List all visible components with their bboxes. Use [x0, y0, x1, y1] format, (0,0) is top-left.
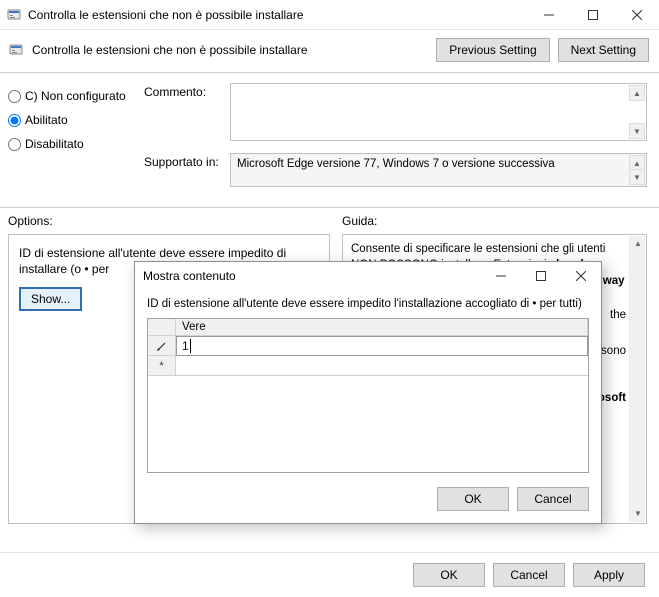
show-button[interactable]: Show...: [19, 287, 82, 311]
cancel-button[interactable]: Cancel: [493, 563, 565, 587]
window-title: Controlla le estensioni che non è possib…: [28, 8, 527, 22]
dialog-close-button[interactable]: [561, 262, 601, 290]
radio-not-configured-label: C) Non configurato: [25, 89, 126, 103]
app-icon: [6, 7, 22, 23]
dialog-maximize-button[interactable]: [521, 262, 561, 290]
radio-disabled-input[interactable]: [8, 138, 21, 151]
window-controls: [527, 0, 659, 30]
comment-label: Commento:: [144, 83, 222, 99]
next-setting-button[interactable]: Next Setting: [558, 38, 649, 62]
options-label: Options:: [8, 214, 330, 228]
supported-row: Supportato in: Microsoft Edge versione 7…: [144, 153, 647, 187]
window-titlebar: Controlla le estensioni che non è possib…: [0, 0, 659, 30]
header-title: Controlla le estensioni che non è possib…: [32, 43, 428, 57]
policy-icon: [8, 42, 24, 58]
apply-button[interactable]: Apply: [573, 563, 645, 587]
text-cursor: [190, 339, 191, 353]
grid-cell-empty[interactable]: [176, 356, 588, 376]
help-text-2a: the: [610, 309, 626, 321]
grid-header-marker: [148, 319, 176, 336]
close-button[interactable]: [615, 0, 659, 30]
radio-not-configured-input[interactable]: [8, 90, 21, 103]
dialog-ok-button[interactable]: OK: [437, 487, 509, 511]
scroll-down-icon[interactable]: ▼: [630, 506, 646, 522]
radio-disabled[interactable]: Disabilitato: [8, 137, 132, 151]
dialog-description: ID di estensione all'utente deve essere …: [147, 298, 589, 310]
show-contents-dialog: Mostra contenuto ID di estensione all'ut…: [134, 261, 602, 524]
help-scrollbar[interactable]: ▲ ▼: [629, 236, 645, 522]
scroll-up-icon[interactable]: ▲: [629, 85, 645, 101]
comment-row: Commento: ▲ ▼: [144, 83, 647, 141]
radio-column: C) Non configurato Abilitato Disabilitat…: [8, 83, 132, 199]
dialog-minimize-button[interactable]: [481, 262, 521, 290]
supported-label: Supportato in:: [144, 153, 222, 169]
radio-disabled-label: Disabilitato: [25, 137, 84, 151]
radio-not-configured[interactable]: C) Non configurato: [8, 89, 132, 103]
dialog-body: ID di estensione all'utente deve essere …: [135, 290, 601, 477]
info-column: Commento: ▲ ▼ Supportato in: Microsoft E…: [144, 83, 647, 199]
dialog-footer: OK Cancel: [135, 477, 601, 523]
supported-value: Microsoft Edge versione 77, Windows 7 o …: [237, 158, 555, 170]
grid-row[interactable]: 1: [148, 336, 588, 356]
radio-enabled[interactable]: Abilitato: [8, 113, 132, 127]
grid-header: Vere: [148, 319, 588, 336]
asterisk-icon: *: [159, 360, 163, 372]
previous-setting-button[interactable]: Previous Setting: [436, 38, 549, 62]
dialog-cancel-button[interactable]: Cancel: [517, 487, 589, 511]
grid-cell-text: 1: [182, 339, 189, 353]
footer: OK Cancel Apply: [0, 552, 659, 597]
scroll-down-icon[interactable]: ▼: [629, 169, 645, 185]
ok-button[interactable]: OK: [413, 563, 485, 587]
pencil-icon: [157, 341, 167, 351]
grid-header-value[interactable]: Vere: [176, 319, 588, 336]
dialog-titlebar: Mostra contenuto: [135, 262, 601, 290]
supported-field: Microsoft Edge versione 77, Windows 7 o …: [230, 153, 647, 187]
minimize-button[interactable]: [527, 0, 571, 30]
row-edit-marker: [148, 336, 176, 356]
comment-field[interactable]: ▲ ▼: [230, 83, 647, 141]
radio-enabled-input[interactable]: [8, 114, 21, 127]
scroll-down-icon[interactable]: ▼: [629, 123, 645, 139]
grid-row[interactable]: *: [148, 356, 588, 376]
config-area: C) Non configurato Abilitato Disabilitat…: [0, 73, 659, 208]
header-row: Controlla le estensioni che non è possib…: [0, 30, 659, 73]
radio-enabled-label: Abilitato: [25, 113, 68, 127]
grid-cell-value[interactable]: 1: [176, 336, 588, 356]
value-grid[interactable]: Vere 1 *: [147, 318, 589, 473]
row-new-marker: *: [148, 356, 176, 376]
maximize-button[interactable]: [571, 0, 615, 30]
scroll-up-icon[interactable]: ▲: [630, 236, 646, 252]
help-label: Guida:: [342, 214, 647, 228]
dialog-title: Mostra contenuto: [143, 269, 481, 283]
